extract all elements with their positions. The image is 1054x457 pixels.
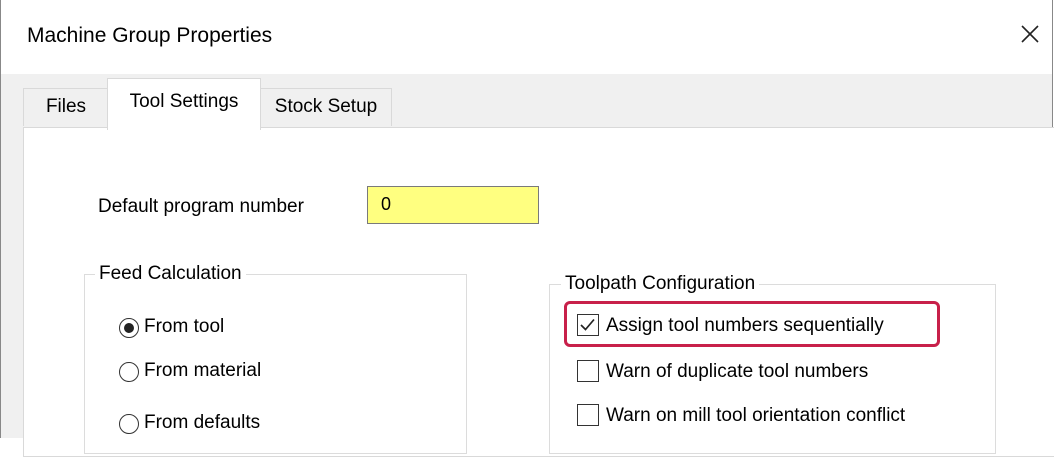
checkmark-icon bbox=[580, 318, 595, 331]
radio-from-material[interactable] bbox=[119, 362, 139, 382]
tab-tool-settings-label: Tool Settings bbox=[129, 91, 239, 112]
tab-files-label: Files bbox=[45, 96, 87, 117]
checkbox-warn-orientation[interactable] bbox=[577, 404, 599, 426]
checkbox-assign-sequentially[interactable] bbox=[577, 314, 599, 336]
tab-files[interactable]: Files bbox=[23, 88, 109, 126]
close-button[interactable] bbox=[1012, 16, 1048, 52]
program-number-label: Default program number bbox=[98, 196, 304, 217]
radio-from-defaults[interactable] bbox=[119, 414, 139, 434]
radio-from-material-label[interactable]: From material bbox=[144, 360, 261, 382]
checkbox-warn-duplicate-label[interactable]: Warn of duplicate tool numbers bbox=[606, 361, 868, 383]
dialog-window: Machine Group Properties Files Stock Set… bbox=[0, 0, 1054, 457]
toolpath-configuration-title: Toolpath Configuration bbox=[561, 273, 760, 295]
radio-from-defaults-label[interactable]: From defaults bbox=[144, 412, 260, 434]
checkbox-warn-orientation-label[interactable]: Warn on mill tool orientation conflict bbox=[606, 405, 905, 427]
window-title: Machine Group Properties bbox=[27, 24, 273, 47]
checkbox-warn-duplicate[interactable] bbox=[577, 360, 599, 382]
tab-tool-settings[interactable]: Tool Settings bbox=[107, 78, 261, 130]
radio-from-tool[interactable] bbox=[119, 318, 139, 338]
program-number-input[interactable]: 0 bbox=[367, 186, 539, 224]
tab-stock-setup[interactable]: Stock Setup bbox=[260, 88, 392, 126]
feed-calculation-title: Feed Calculation bbox=[95, 263, 246, 285]
radio-selected-dot bbox=[123, 322, 134, 333]
radio-from-tool-label[interactable]: From tool bbox=[144, 316, 224, 338]
tab-stock-setup-label: Stock Setup bbox=[274, 96, 378, 117]
checkbox-assign-sequentially-label[interactable]: Assign tool numbers sequentially bbox=[606, 315, 884, 337]
feed-calculation-group bbox=[84, 274, 467, 454]
title-bar: Machine Group Properties bbox=[1, 0, 1052, 74]
close-icon bbox=[1021, 25, 1039, 43]
